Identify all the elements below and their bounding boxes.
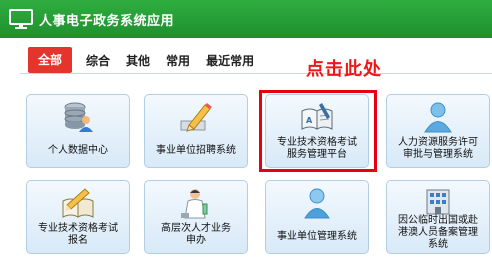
tab-common[interactable]: 常用 [166, 52, 190, 69]
app-card-hr-service-license[interactable]: 人力资源服务许可 审批与管理系统 [386, 94, 490, 168]
app-label: 人力资源服务许可 [398, 137, 478, 148]
click-here-annotation: 点击此处 [306, 59, 382, 80]
app-label: 服务管理平台 [287, 149, 347, 160]
app-label: 高层次人才业务 [161, 223, 231, 234]
app-card-personal-data[interactable]: 个人数据中心 [26, 94, 130, 168]
app-header: 人事电子政务系统应用 [0, 0, 492, 38]
scientist-icon [181, 189, 208, 219]
tab-all[interactable]: 全部 [28, 47, 73, 73]
app-label: 审批与管理系统 [403, 149, 473, 160]
app-label: 因公临时出国或赴 [398, 215, 478, 226]
svg-text:A: A [306, 116, 313, 125]
app-label: 事业单位招聘系统 [156, 145, 236, 156]
pencil-icon [180, 103, 212, 132]
app-card-high-level-talent[interactable]: 高层次人才业务 申办 [144, 180, 248, 254]
building-icon [426, 189, 450, 215]
app-title: 人事电子政务系统应用 [39, 13, 175, 29]
app-label: 专业技术资格考试 [38, 223, 118, 234]
app-card-exam-registration[interactable]: 专业技术资格考试 报名 [26, 180, 130, 254]
monitor-icon [9, 9, 33, 29]
app-label: 专业技术资格考试 [277, 137, 357, 148]
app-card-institution-management[interactable]: 事业单位管理系统 [265, 180, 369, 254]
app-label: 报名 [68, 235, 88, 246]
user-icon [304, 188, 330, 219]
app-label: 系统 [428, 239, 448, 250]
tabs-divider [20, 73, 492, 74]
app-label: 个人数据中心 [48, 145, 108, 156]
category-tabs: 全部 综合 其他 常用 最近常用 [28, 47, 270, 73]
open-book-icon: A [301, 103, 333, 130]
app-label: 申办 [186, 235, 206, 246]
tab-other[interactable]: 其他 [126, 52, 150, 69]
app-card-public-recruitment[interactable]: 事业单位招聘系统 [144, 94, 248, 168]
database-user-icon [64, 102, 93, 132]
tab-recent[interactable]: 最近常用 [206, 52, 254, 69]
app-label: 事业单位管理系统 [277, 231, 357, 242]
person-icon [424, 102, 452, 133]
app-label: 港澳人员备案管理 [398, 227, 478, 238]
app-card-exam-service-platform[interactable]: A 专业技术资格考试 服务管理平台 [265, 94, 369, 168]
book-pencil-icon [62, 188, 94, 218]
tab-general[interactable]: 综合 [86, 52, 110, 69]
app-card-overseas-filing[interactable]: 因公临时出国或赴 港澳人员备案管理 系统 [386, 180, 490, 254]
